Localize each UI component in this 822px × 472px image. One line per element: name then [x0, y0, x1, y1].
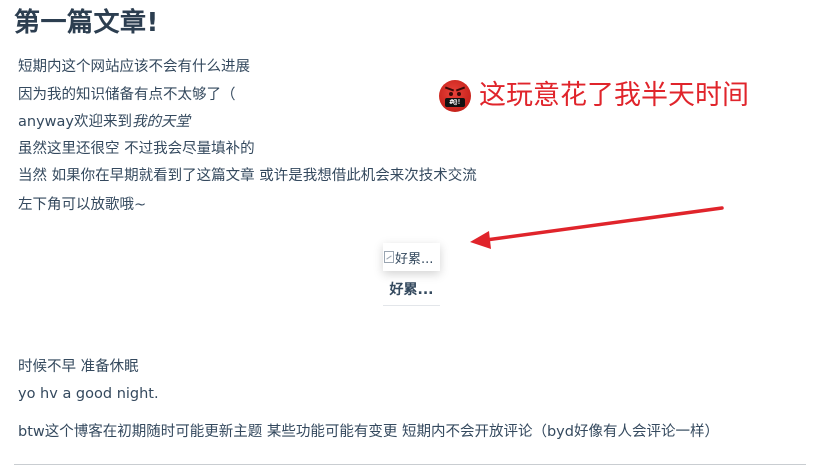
figure: 好累... 好累... — [383, 243, 440, 306]
footnote: btw这个博客在初期随时可能更新主题 某些功能可能有变更 短期内不会开放评论（b… — [18, 424, 719, 440]
broken-image[interactable]: 好累... — [383, 243, 440, 271]
image-alt-text: 好累... — [395, 251, 434, 267]
broken-image-icon — [384, 251, 394, 263]
figure-caption: 好累... — [383, 279, 440, 306]
closing-line-1: 时候不早 准备休眠 — [18, 359, 139, 375]
divider — [14, 464, 806, 465]
closing-line-2: yo hv a good night. — [18, 386, 159, 402]
